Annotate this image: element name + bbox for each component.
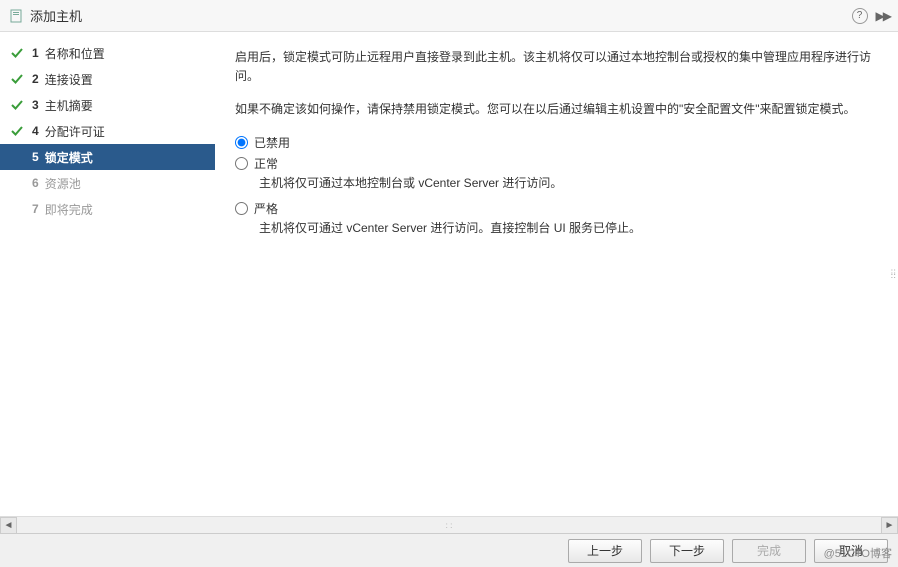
radio-normal[interactable]: 正常: [235, 155, 878, 172]
radio-item-normal: 正常 主机将仅可通过本地控制台或 vCenter Server 进行访问。: [235, 155, 878, 192]
step-connection[interactable]: 2 连接设置: [0, 66, 215, 92]
radio-item-disabled: 已禁用: [235, 134, 878, 151]
lockdown-radio-group: 已禁用 正常 主机将仅可通过本地控制台或 vCenter Server 进行访问…: [235, 134, 878, 237]
scroll-left-arrow-icon[interactable]: ◄: [0, 517, 17, 534]
step-resource-pool: 6 资源池: [0, 170, 215, 196]
radio-input-disabled[interactable]: [235, 136, 248, 149]
step-label: 即将完成: [45, 201, 93, 218]
check-icon: [10, 98, 24, 112]
radio-item-strict: 严格 主机将仅可通过 vCenter Server 进行访问。直接控制台 UI …: [235, 200, 878, 237]
step-number: 2: [32, 72, 39, 86]
expand-icon[interactable]: ▶▶: [876, 9, 890, 23]
radio-label: 已禁用: [254, 134, 290, 151]
dialog-footer: 上一步 下一步 完成 取消: [0, 533, 898, 567]
radio-input-normal[interactable]: [235, 157, 248, 170]
back-button[interactable]: 上一步: [568, 539, 642, 563]
check-icon: [10, 72, 24, 86]
step-number: 4: [32, 124, 39, 138]
radio-label: 严格: [254, 200, 278, 217]
dialog-body: 1 名称和位置 2 连接设置 3 主机摘要 4 分配许可证 5 锁定模式 6 资…: [0, 32, 898, 516]
scroll-right-arrow-icon[interactable]: ►: [881, 517, 898, 534]
radio-desc-normal: 主机将仅可通过本地控制台或 vCenter Server 进行访问。: [259, 174, 878, 192]
finish-button: 完成: [732, 539, 806, 563]
step-label: 锁定模式: [45, 149, 93, 166]
radio-input-strict[interactable]: [235, 202, 248, 215]
step-ready-complete: 7 即将完成: [0, 196, 215, 222]
resize-handle-icon[interactable]: ::::: [890, 271, 896, 277]
check-icon: [10, 46, 24, 60]
horizontal-scrollbar[interactable]: ◄ : : ►: [0, 516, 898, 533]
radio-label: 正常: [254, 155, 278, 172]
cancel-button[interactable]: 取消: [814, 539, 888, 563]
step-host-summary[interactable]: 3 主机摘要: [0, 92, 215, 118]
step-number: 1: [32, 46, 39, 60]
step-number: 3: [32, 98, 39, 112]
dialog-title: 添加主机: [30, 6, 852, 25]
step-number: 7: [32, 202, 39, 216]
next-button[interactable]: 下一步: [650, 539, 724, 563]
description-para-1: 启用后，锁定模式可防止远程用户直接登录到此主机。该主机将仅可以通过本地控制台或授…: [235, 48, 878, 86]
check-icon: [10, 124, 24, 138]
help-icon[interactable]: ?: [852, 8, 868, 24]
step-label: 分配许可证: [45, 123, 105, 140]
scroll-track[interactable]: : :: [17, 521, 881, 530]
dialog-header: 添加主机 ? ▶▶: [0, 0, 898, 32]
radio-desc-strict: 主机将仅可通过 vCenter Server 进行访问。直接控制台 UI 服务已…: [259, 219, 878, 237]
content-panel: 启用后，锁定模式可防止远程用户直接登录到此主机。该主机将仅可以通过本地控制台或授…: [215, 32, 898, 516]
wizard-sidebar: 1 名称和位置 2 连接设置 3 主机摘要 4 分配许可证 5 锁定模式 6 资…: [0, 32, 215, 516]
step-label: 资源池: [45, 175, 81, 192]
step-label: 主机摘要: [45, 97, 93, 114]
step-number: 5: [32, 150, 39, 164]
host-icon: [8, 8, 24, 24]
radio-disabled[interactable]: 已禁用: [235, 134, 878, 151]
step-label: 连接设置: [45, 71, 93, 88]
step-name-location[interactable]: 1 名称和位置: [0, 40, 215, 66]
step-lockdown-mode[interactable]: 5 锁定模式: [0, 144, 215, 170]
description-para-2: 如果不确定该如何操作，请保持禁用锁定模式。您可以在以后通过编辑主机设置中的"安全…: [235, 100, 878, 119]
radio-strict[interactable]: 严格: [235, 200, 878, 217]
step-label: 名称和位置: [45, 45, 105, 62]
step-assign-license[interactable]: 4 分配许可证: [0, 118, 215, 144]
step-number: 6: [32, 176, 39, 190]
